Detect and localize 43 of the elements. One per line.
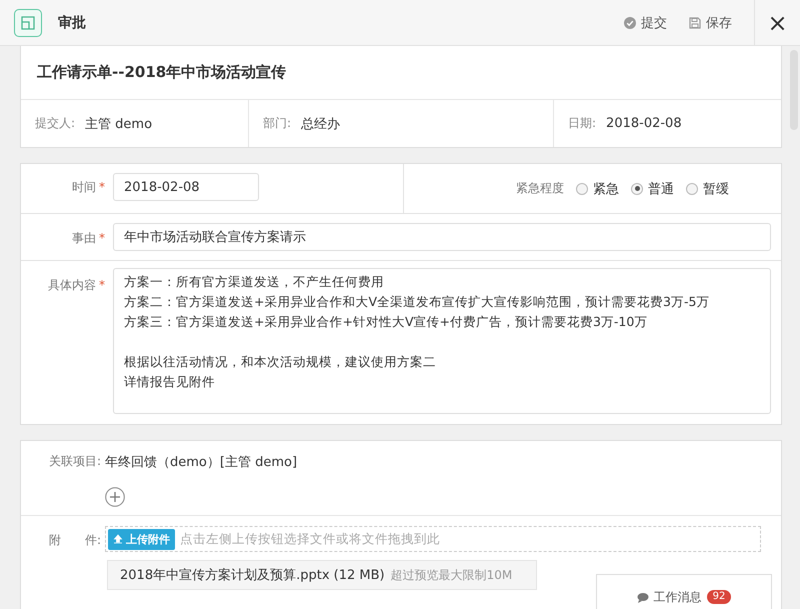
count-badge: 92 bbox=[706, 590, 732, 604]
save-button[interactable]: 保存 bbox=[689, 14, 732, 32]
add-icon[interactable] bbox=[105, 487, 125, 507]
save-icon bbox=[689, 16, 701, 28]
field-label: 附 件: bbox=[48, 532, 102, 549]
window-title: 审批 bbox=[58, 14, 87, 32]
radio-button[interactable] bbox=[576, 182, 588, 194]
field-label: 关联项目: bbox=[48, 453, 102, 470]
field-label: 部门: bbox=[263, 115, 292, 132]
file-note: 超过预览最大限制10M bbox=[390, 566, 512, 584]
field-label: 时间 * bbox=[71, 179, 106, 196]
radio-button[interactable] bbox=[686, 182, 698, 194]
text-line: 方案一：所有官方渠道发送，不产生任何费用 bbox=[124, 273, 385, 291]
radio-option[interactable]: 紧急 bbox=[576, 180, 619, 198]
field-value: 主管 demo bbox=[85, 116, 152, 132]
text-line: 根据以往活动情况，和本次活动规模，建议使用方案二 bbox=[124, 353, 437, 371]
document-title: 工作请示单--2018年中市场活动宣传 bbox=[21, 46, 781, 100]
drop-hint: 点击左侧上传按钮选择文件或将文件拖拽到此 bbox=[180, 530, 440, 548]
input-field[interactable]: 年中市场活动联合宣传方案请示 bbox=[113, 223, 771, 251]
file-item[interactable]: 2018年中宣传方案计划及预算.pptx (12 MB) 超过预览最大限制10M bbox=[107, 560, 537, 590]
text-line: 详情报告见附件 bbox=[124, 373, 216, 391]
text-line: 方案三：官方渠道发送+采用异业合作+针对性大V宣传+付费广告，预计需要花费3万-10万 bbox=[124, 313, 648, 331]
upload-icon bbox=[113, 534, 123, 544]
field-value: 2018-02-08 bbox=[606, 116, 682, 131]
field-value: 年终回馈（demo）[主管 demo] bbox=[105, 454, 298, 471]
field-label: 日期: bbox=[568, 115, 596, 132]
text-area[interactable]: 方案一：所有官方渠道发送，不产生任何费用 方案二：官方渠道发送+采用异业合作和大V全渠道发布宣传扩大宣传影响范围，预计需要花费3万-5万 方案三：官方渠道发送+采用异业合作+针对性大V宣传+付费广告，预计需要花费3万-10万 根据以往活动情况，和本次活动规模，建议使用方案二 详情报告见附件 bbox=[113, 268, 771, 414]
messages-tab[interactable]: 工作消息 92 bbox=[596, 574, 772, 609]
submit-button[interactable]: 提交 bbox=[624, 14, 667, 32]
field-label: 紧急程度 bbox=[516, 180, 564, 197]
field-label: 提交人: bbox=[35, 115, 76, 132]
file-name: 2018年中宣传方案计划及预算.pptx (12 MB) bbox=[120, 567, 385, 584]
check-circle-icon bbox=[624, 16, 636, 28]
text-line: 方案二：官方渠道发送+采用异业合作和大V全渠道发布宣传扩大宣传影响范围，预计需要花费3万-5万 bbox=[124, 293, 710, 311]
radio-option[interactable]: 普通 bbox=[631, 180, 674, 198]
date-field[interactable]: 2018-02-08 bbox=[113, 173, 259, 201]
radio-button[interactable] bbox=[631, 182, 643, 194]
app-logo-icon bbox=[14, 8, 42, 36]
radio-option[interactable]: 暂缓 bbox=[686, 180, 729, 198]
field-label: 事由 * bbox=[71, 230, 106, 247]
field-value: 总经办 bbox=[301, 116, 340, 132]
field-label: 具体内容 * bbox=[47, 277, 106, 294]
chat-icon bbox=[636, 592, 649, 602]
